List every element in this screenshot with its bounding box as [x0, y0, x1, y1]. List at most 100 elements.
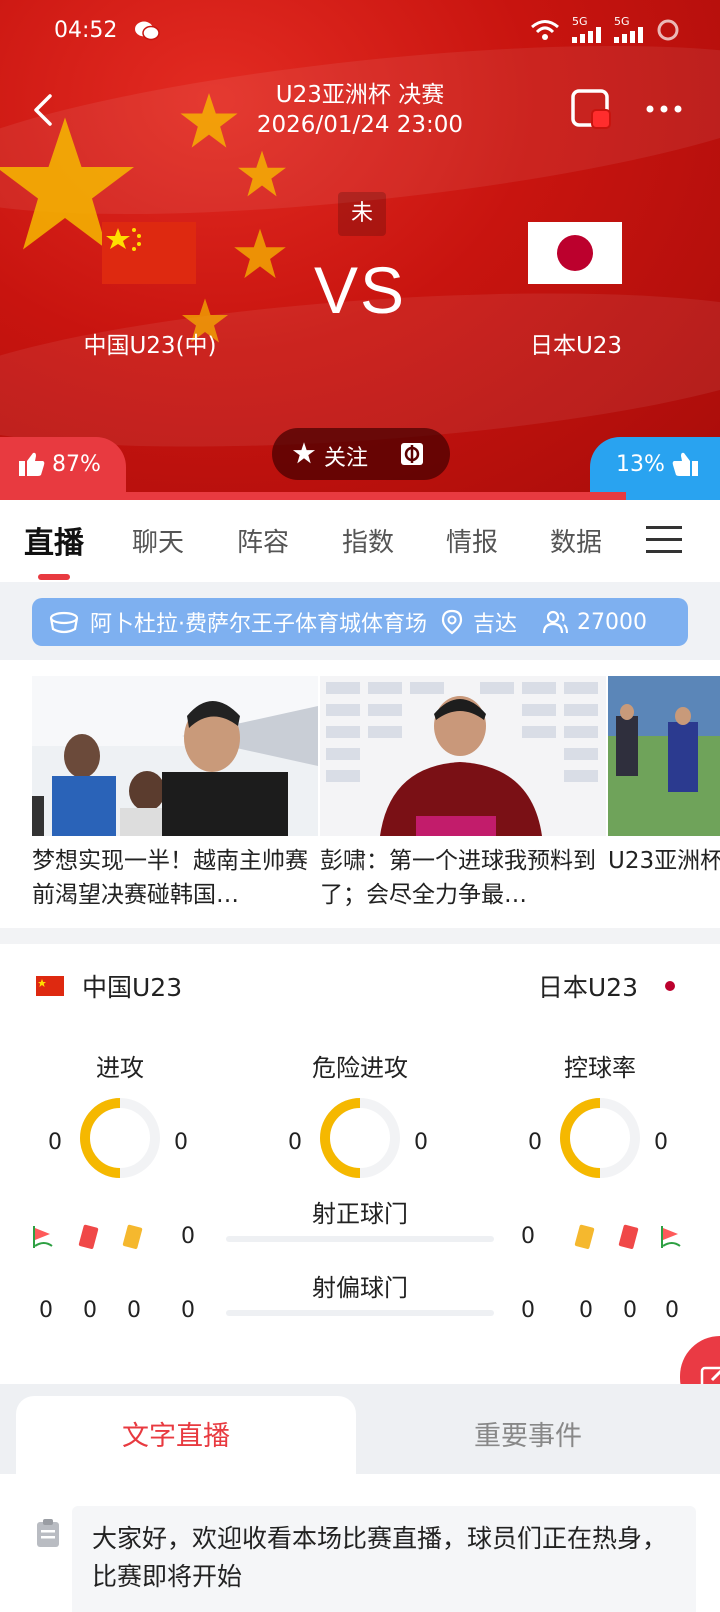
active-tab-indicator [38, 574, 70, 580]
stat-away-value: 0 [414, 1130, 428, 1155]
stat-ring [80, 1098, 160, 1178]
stat-home-value: 0 [181, 1298, 195, 1323]
venue-section: 阿卜杜拉·费萨尔王子体育城体育场 吉达 27000 [0, 582, 720, 660]
battery-ring-icon [657, 19, 679, 40]
news-title: 梦想实现一半！越南主帅赛前渴望决赛碰韩国… [32, 848, 308, 908]
clipboard-icon [37, 1519, 59, 1547]
stat-home-value: 0 [181, 1224, 195, 1249]
wechat-icon [135, 21, 160, 41]
stat-ring [320, 1098, 400, 1178]
news-image [320, 676, 606, 836]
red-card-icon [618, 1224, 639, 1249]
away-vote-pct: 13% [616, 451, 665, 477]
stat-away-value: 0 [654, 1130, 668, 1155]
away-vote-button[interactable]: 13% [590, 437, 720, 495]
attendance-icon [542, 610, 569, 634]
signal-label: 5G [614, 15, 630, 28]
home-vote-pct: 87% [52, 451, 101, 477]
stat-home-value: 0 [528, 1130, 542, 1155]
stat-home-value: 0 [48, 1130, 62, 1155]
follow-label: 关注 [324, 446, 369, 471]
stat-shots-on-target: 射正球门 0 0 [0, 1194, 720, 1264]
news-title: 彭啸：第一个进球我预料到了；会尽全力争最… [320, 848, 596, 908]
thumbs-up-icon [672, 452, 698, 476]
home-team-name[interactable]: 中国U23(中) [40, 326, 260, 360]
stat-bar [226, 1310, 494, 1316]
match-header: 04:52 5G 5G U23亚洲杯 决赛 2026/01/24 23:00 未… [0, 0, 720, 500]
stat-away-value: 0 [521, 1224, 535, 1249]
signal-label: 5G [572, 15, 588, 28]
home-yellow-cards-count: 0 [127, 1298, 141, 1323]
stats-home-team: 中国U23 [36, 968, 182, 1004]
stat-label: 射偏球门 [312, 1274, 408, 1302]
stat-label: 射正球门 [312, 1200, 408, 1228]
vote-ratio-bar [0, 492, 720, 500]
stat-possession: 控球率 0 0 [490, 1048, 710, 1188]
corner-flag-icon [33, 1226, 53, 1248]
stat-label: 进攻 [96, 1054, 144, 1082]
yellow-card-icon [122, 1224, 143, 1249]
news-carousel: 梦想实现一半！越南主帅赛前渴望决赛碰韩国… 彭啸：第一个进球我预料到了；会尽全力… [0, 660, 720, 928]
stat-label: 控球率 [564, 1054, 636, 1082]
tab-text-live[interactable]: 文字直播 [16, 1396, 356, 1474]
news-card[interactable]: 梦想实现一半！越南主帅赛前渴望决赛碰韩国… [32, 676, 318, 912]
live-tabs: 文字直播 重要事件 [0, 1384, 720, 1474]
screencast-icon[interactable] [570, 88, 612, 130]
news-card[interactable]: 彭啸：第一个进球我预料到了；会尽全力争最… [320, 676, 606, 912]
tab-data[interactable]: 数据 [550, 522, 602, 559]
away-yellow-cards-count: 0 [579, 1298, 593, 1323]
away-team-name[interactable]: 日本U23 [466, 326, 686, 360]
tab-text-live-label: 文字直播 [122, 1421, 230, 1452]
home-corners-count: 0 [39, 1298, 53, 1323]
stat-shots-off-target: 射偏球门 0 0 0 0 0 0 0 0 [0, 1268, 720, 1338]
venue-bar: 阿卜杜拉·费萨尔王子体育城体育场 吉达 27000 [32, 598, 688, 646]
match-stats: 中国U23 日本U23 进攻 0 0 危险进攻 0 0 控球率 0 0 射正球门… [0, 944, 720, 1384]
competition-title: U23亚洲杯 决赛 [275, 82, 445, 108]
stadium-icon [49, 611, 79, 634]
red-card-icon [78, 1224, 99, 1249]
star-icon [292, 442, 316, 464]
stats-home-name: 中国U23 [82, 973, 183, 1002]
flag-star-icon [238, 150, 286, 197]
china-flag-icon[interactable] [102, 222, 196, 284]
tab-intel[interactable]: 情报 [446, 522, 498, 559]
stat-bar [226, 1236, 494, 1242]
signal-2-icon: 5G [614, 16, 644, 43]
home-vote-fill [0, 492, 627, 500]
stats-away-team: 日本U23 [538, 968, 684, 1004]
news-image [608, 676, 720, 836]
stat-ring [560, 1098, 640, 1178]
tab-lineup[interactable]: 阵容 [237, 522, 289, 559]
news-image [32, 676, 318, 836]
thumbs-up-icon [19, 452, 45, 476]
tab-odds[interactable]: 指数 [342, 522, 394, 559]
stat-dangerous-attacks: 危险进攻 0 0 [250, 1048, 470, 1188]
china-flag-icon [36, 976, 64, 996]
status-bar: 04:52 5G 5G [0, 16, 720, 50]
wifi-icon [531, 19, 559, 40]
venue-city: 吉达 [473, 612, 518, 637]
signal-1-icon: 5G [572, 16, 602, 43]
more-icon[interactable] [644, 97, 684, 121]
status-time: 04:52 [54, 18, 118, 43]
status-icons: 5G 5G [530, 16, 680, 43]
japan-flag-icon[interactable] [528, 222, 622, 284]
stats-away-name: 日本U23 [537, 973, 638, 1002]
follow-button[interactable]: 关注 [272, 428, 450, 480]
tab-key-events[interactable]: 重要事件 [474, 1414, 582, 1453]
away-corners-count: 0 [665, 1298, 679, 1323]
yellow-card-icon [574, 1224, 595, 1249]
menu-icon[interactable] [646, 524, 682, 556]
stat-home-value: 0 [288, 1130, 302, 1155]
stat-away-value: 0 [521, 1298, 535, 1323]
tab-chat[interactable]: 聊天 [132, 522, 184, 559]
venue-capacity: 27000 [577, 609, 648, 635]
match-title-block: U23亚洲杯 决赛 2026/01/24 23:00 [0, 80, 720, 140]
news-card[interactable]: U23亚洲杯越南vs韩国 [608, 676, 720, 912]
stat-away-value: 0 [174, 1130, 188, 1155]
location-pin-icon [441, 609, 463, 635]
pip-icon[interactable] [400, 442, 424, 466]
stadium-name: 阿卜杜拉·费萨尔王子体育城体育场 [90, 612, 427, 637]
tab-live[interactable]: 直播 [24, 518, 84, 562]
home-vote-button[interactable]: 87% [0, 437, 126, 495]
